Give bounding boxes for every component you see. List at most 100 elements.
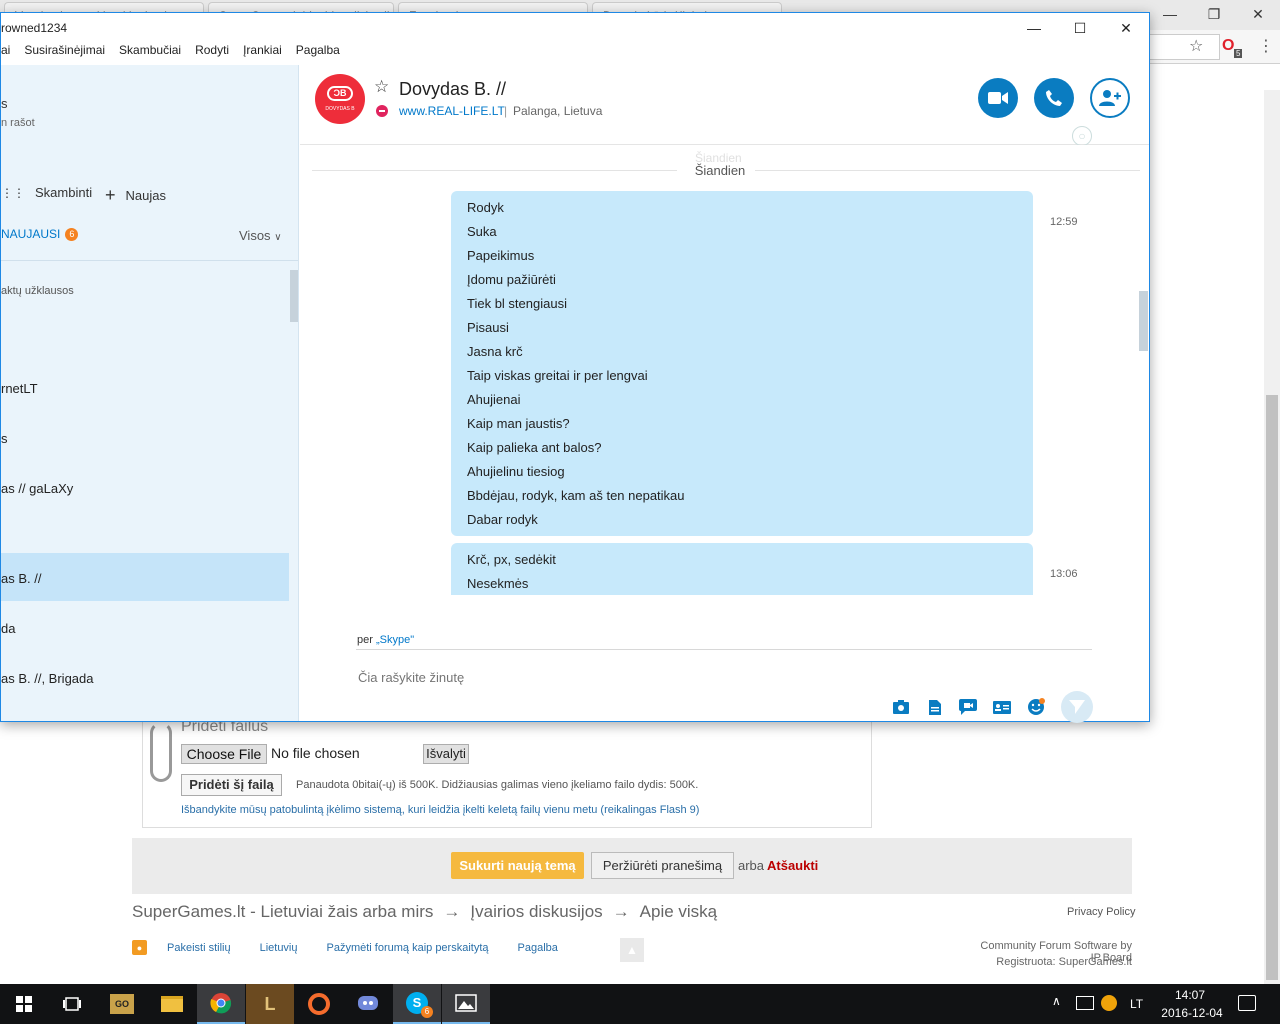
menu-item-help[interactable]: Pagalba <box>296 43 340 65</box>
minimize-icon[interactable]: — <box>1148 0 1192 28</box>
message-line: Krč, px, sedėkit <box>467 552 556 567</box>
send-button[interactable] <box>1061 691 1093 723</box>
menu-item-conversations[interactable]: Susirašinėjimai <box>24 43 105 65</box>
dial-button[interactable]: ⋮⋮ Skambinti <box>1 185 92 200</box>
send-via-label[interactable]: per „Skype" <box>357 634 414 646</box>
contact-item[interactable]: as B. //, Brigada <box>1 653 289 701</box>
tray-app-icon[interactable] <box>1101 995 1117 1011</box>
language-indicator[interactable]: LT <box>1130 997 1143 1011</box>
clock-time[interactable]: 14:07 <box>1160 988 1220 1002</box>
minimize-icon[interactable]: — <box>1011 13 1057 43</box>
message-line: Įdomu pažiūrėti <box>467 272 556 287</box>
send-image-button[interactable] <box>892 698 910 716</box>
video-call-button[interactable] <box>978 78 1018 118</box>
discord-icon <box>358 996 378 1010</box>
clock-date[interactable]: 2016-12-04 <box>1160 1006 1224 1020</box>
cancel-link[interactable]: Atšaukti <box>767 858 818 873</box>
taskbar-app-chrome[interactable] <box>197 984 245 1024</box>
language-link[interactable]: Lietuvių <box>260 942 298 954</box>
network-icon[interactable] <box>1076 996 1094 1010</box>
contact-requests-item[interactable]: aktų užklausos <box>1 285 74 297</box>
taskbar-app-league[interactable]: L <box>246 984 294 1024</box>
audio-call-button[interactable] <box>1034 78 1074 118</box>
back-to-top-icon[interactable]: ▲ <box>620 938 644 962</box>
contact-item[interactable]: as // gaLaXy <box>1 463 289 511</box>
contact-name[interactable]: Dovydas B. // <box>399 79 506 100</box>
windows-taskbar: GO L S 6 ∧ <box>0 984 1280 1024</box>
emoticon-icon <box>1028 698 1045 715</box>
flash-uploader-link[interactable]: Išbandykite mūsų patobulintą įkėlimo sis… <box>181 804 699 816</box>
contact-item[interactable]: da <box>1 603 289 651</box>
taskbar-app-discord[interactable] <box>344 984 392 1024</box>
add-people-button[interactable] <box>1090 78 1130 118</box>
clear-button[interactable]: Išvalyti <box>423 744 469 764</box>
favorite-star-icon[interactable]: ☆ <box>374 77 389 97</box>
filter-dropdown[interactable]: Visos ∨ <box>239 228 282 243</box>
recent-label: NAUJAUSI <box>1 227 61 241</box>
attach-file-button[interactable]: Pridėti šį failą <box>181 774 282 796</box>
globe-icon[interactable]: ○ <box>1072 126 1092 146</box>
action-center-icon[interactable] <box>1238 995 1256 1011</box>
show-hidden-icons[interactable]: ∧ <box>1052 994 1061 1008</box>
mood-link[interactable]: www.REAL-LIFE.LT <box>399 104 505 118</box>
create-topic-button[interactable]: Sukurti naują temą <box>451 852 584 879</box>
close-icon[interactable]: ✕ <box>1236 0 1280 28</box>
taskbar-app-csgo[interactable]: GO <box>98 984 146 1024</box>
photos-icon <box>455 994 477 1012</box>
menu-item[interactable]: ai <box>1 43 10 65</box>
menu-item-tools[interactable]: Įrankiai <box>243 43 282 65</box>
taskbar-app-photos[interactable] <box>442 984 490 1024</box>
close-icon[interactable]: ✕ <box>1103 13 1149 43</box>
message-input[interactable] <box>358 670 858 685</box>
maximize-icon[interactable]: ☐ <box>1057 13 1103 43</box>
new-button[interactable]: + Naujas <box>105 185 166 206</box>
address-bar[interactable] <box>1150 34 1220 60</box>
page-scroll-thumb[interactable] <box>1266 395 1278 980</box>
message-line: Ahujielinu tiesiog <box>467 464 565 479</box>
contact-item[interactable]: rnetLT <box>1 363 289 411</box>
change-style-link[interactable]: Pakeisti stilių <box>167 942 231 954</box>
breadcrumb-item[interactable]: SuperGames.lt - Lietuviai žais arba mirs <box>132 902 433 922</box>
preview-post-button[interactable]: Peržiūrėti pranešimą <box>591 852 734 879</box>
message-scroll-thumb[interactable] <box>1139 291 1148 351</box>
menu-item-view[interactable]: Rodyti <box>195 43 229 65</box>
breadcrumb-arrow: → <box>443 902 461 921</box>
emoticons-button[interactable] <box>1027 698 1045 716</box>
privacy-policy-link[interactable]: Privacy Policy <box>1067 906 1135 918</box>
taskbar-app-origin[interactable] <box>295 984 343 1024</box>
send-file-button[interactable] <box>926 698 944 716</box>
opera-extension-icon[interactable]: O <box>1222 37 1234 55</box>
avatar[interactable]: ƆB DOVYDAS B <box>315 74 365 124</box>
taskbar-app-skype[interactable]: S 6 <box>393 984 441 1024</box>
mark-read-link[interactable]: Pažymėti forumą kaip perskaitytą <box>327 942 489 954</box>
message-bubble[interactable]: Krč, px, sedėkit Nesekmės <box>451 543 1033 595</box>
avatar-logo: ƆB <box>327 86 353 101</box>
message-line: Tiek bl stengiausi <box>467 296 567 311</box>
profile-name[interactable]: s <box>1 96 8 111</box>
chevron-down-icon: ∨ <box>274 232 282 243</box>
file-icon <box>929 699 941 715</box>
contact-item[interactable]: s <box>1 413 289 461</box>
restore-icon[interactable]: ❐ <box>1192 0 1236 28</box>
recent-tab[interactable]: NAUJAUSI 6 <box>1 227 79 241</box>
menu-item-calls[interactable]: Skambučiai <box>119 43 181 65</box>
profile-mood[interactable]: n rašot <box>1 117 35 129</box>
taskbar-app-explorer[interactable] <box>148 984 196 1024</box>
start-button[interactable] <box>0 984 48 1024</box>
send-contacts-button[interactable] <box>993 698 1011 716</box>
breadcrumb-item[interactable]: Apie viską <box>640 902 717 922</box>
new-label: Naujas <box>125 188 166 203</box>
contact-item-active[interactable]: as B. // <box>1 553 289 601</box>
rss-icon[interactable]: ● <box>132 940 147 955</box>
sidebar-scroll-thumb[interactable] <box>290 270 298 322</box>
video-message-button[interactable] <box>959 698 977 716</box>
compose-divider <box>356 649 1092 650</box>
add-person-icon <box>1099 90 1121 106</box>
choose-file-button[interactable]: Choose File <box>181 744 267 764</box>
menu-icon[interactable]: ⋮ <box>1258 36 1274 56</box>
help-link[interactable]: Pagalba <box>518 942 558 954</box>
breadcrumb-item[interactable]: Įvairios diskusijos <box>470 902 602 922</box>
task-view-button[interactable] <box>48 984 96 1024</box>
message-bubble[interactable]: Rodyk Suka Papeikimus Įdomu pažiūrėti Ti… <box>451 191 1033 536</box>
bookmark-star-icon[interactable]: ☆ <box>1189 36 1203 56</box>
